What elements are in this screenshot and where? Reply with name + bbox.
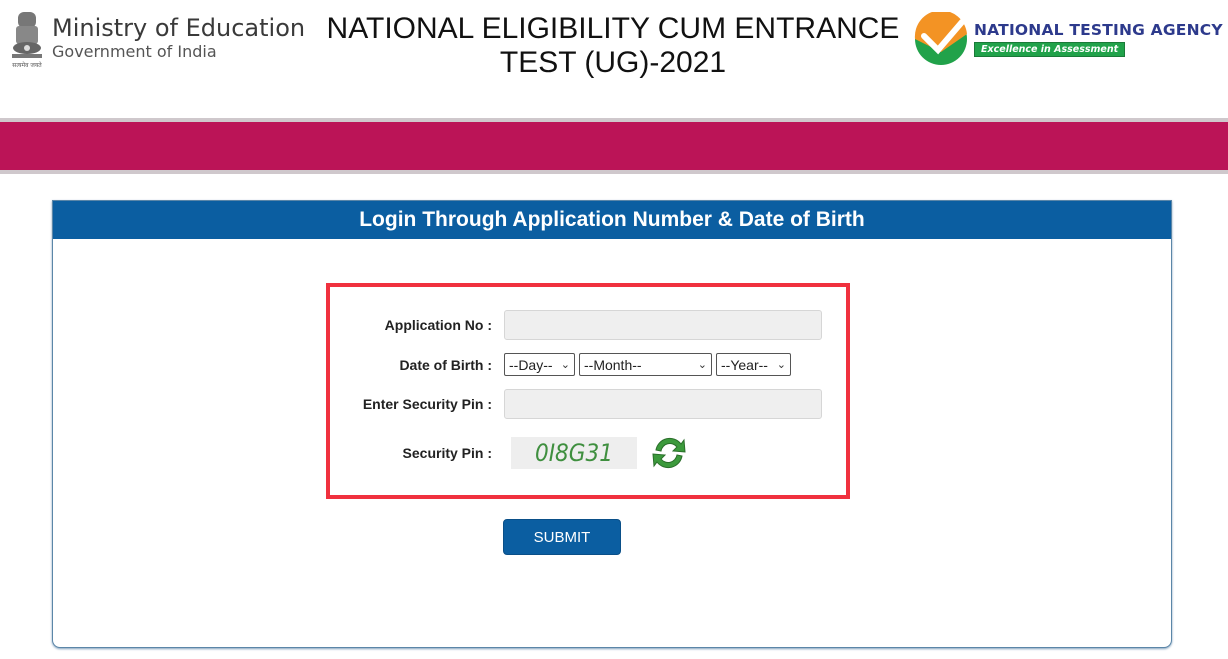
year-select[interactable]: --Year-- ⌄	[716, 353, 791, 376]
dob-row: Date of Birth : --Day-- ⌄ --Month-- ⌄ --…	[330, 353, 846, 376]
site-header: सत्यमेव जयते Ministry of Education Gover…	[0, 0, 1228, 118]
security-pin-input[interactable]	[504, 389, 822, 419]
month-select[interactable]: --Month-- ⌄	[579, 353, 712, 376]
navigation-band	[0, 122, 1228, 170]
month-select-value: --Month--	[584, 356, 642, 373]
submit-button[interactable]: SUBMIT	[503, 519, 621, 555]
nta-logo: NATIONAL TESTING AGENCY Excellence in As…	[914, 12, 1223, 66]
agency-name: NATIONAL TESTING AGENCY	[974, 21, 1223, 39]
security-pin-label: Security Pin :	[402, 445, 492, 461]
application-no-label: Application No :	[384, 317, 492, 333]
chevron-down-icon: ⌄	[776, 359, 786, 371]
year-select-value: --Year--	[721, 356, 768, 373]
exam-title-line1: NATIONAL ELIGIBILITY CUM ENTRANCE	[326, 12, 900, 45]
day-select-value: --Day--	[509, 356, 553, 373]
security-pin-input-row: Enter Security Pin :	[330, 389, 846, 419]
agency-tagline: Excellence in Assessment	[974, 42, 1126, 57]
login-panel: Login Through Application Number & Date …	[52, 200, 1172, 648]
security-pin-input-label: Enter Security Pin :	[362, 396, 492, 412]
exam-title: NATIONAL ELIGIBILITY CUM ENTRANCE TEST (…	[320, 12, 906, 80]
login-panel-title: Login Through Application Number & Date …	[53, 201, 1171, 239]
ministry-title: Ministry of Education	[52, 14, 306, 42]
captcha-image: 0I8G31	[511, 437, 637, 469]
national-emblem-icon: सत्यमेव जयते	[12, 12, 42, 69]
chevron-down-icon: ⌄	[560, 359, 570, 371]
chevron-down-icon: ⌄	[697, 359, 707, 371]
dob-label: Date of Birth :	[399, 356, 492, 373]
exam-title-line2: TEST (UG)-2021	[499, 46, 727, 79]
application-no-row: Application No :	[330, 310, 846, 340]
captcha-row: Security Pin : 0I8G31	[330, 432, 846, 474]
login-form-highlight: Application No : Date of Birth : --Day--…	[326, 283, 850, 499]
svg-text:सत्यमेव जयते: सत्यमेव जयते	[12, 61, 42, 69]
ministry-logo: सत्यमेव जयते Ministry of Education Gover…	[6, 8, 305, 70]
ministry-subtitle: Government of India	[52, 42, 217, 61]
application-no-input[interactable]	[504, 310, 822, 340]
day-select[interactable]: --Day-- ⌄	[504, 353, 575, 376]
band-border-bottom	[0, 170, 1228, 174]
nta-checkmark-icon	[914, 12, 967, 65]
refresh-icon[interactable]	[648, 432, 690, 474]
